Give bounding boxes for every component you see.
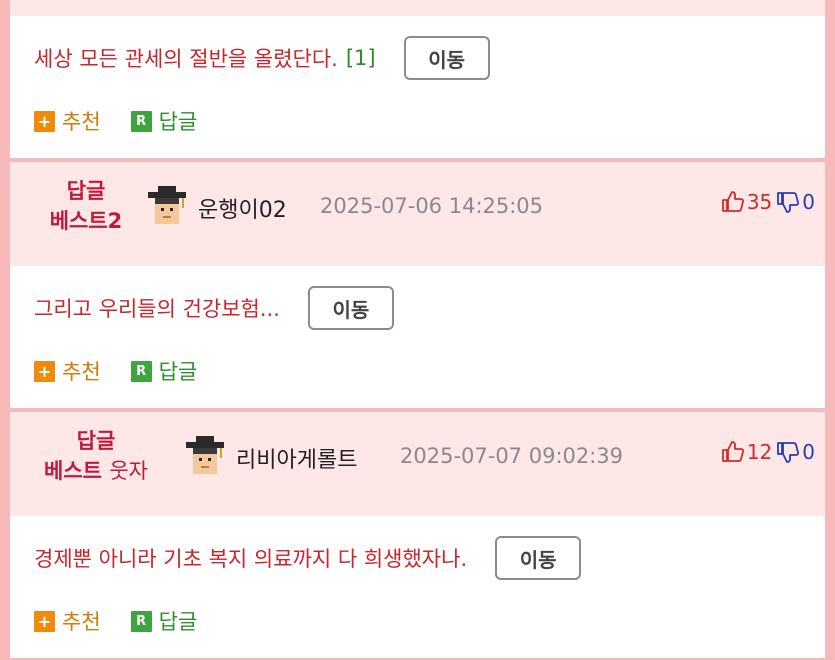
recommend-button[interactable]: + 추천 — [34, 106, 101, 136]
downvote-count: 0 — [802, 440, 815, 464]
comment-timestamp: 2025-07-07 09:02:39 — [400, 444, 624, 468]
comment-text: 그리고 우리들의 건강보험... — [34, 297, 280, 321]
move-button[interactable]: 이동 — [495, 536, 582, 580]
comment-actions: + 추천 R 답글 — [34, 606, 227, 636]
vote-counter: 12 0 — [721, 440, 815, 464]
reply-button[interactable]: R 답글 — [130, 356, 198, 386]
reply-button[interactable]: R 답글 — [130, 606, 198, 636]
comment-timestamp: 2025-07-06 14:25:05 — [320, 194, 544, 218]
downvote-count: 0 — [802, 190, 815, 214]
reply-r-icon: R — [130, 360, 152, 382]
plus-icon: + — [34, 110, 55, 132]
reply-label: 답글 — [158, 360, 198, 384]
comment-actions: + 추천 R 답글 — [34, 356, 227, 386]
reply-count[interactable]: [1] — [346, 46, 376, 70]
badge-line1: 답글 — [76, 429, 116, 453]
comment-body: 세상 모든 관세의 절반을 올렸단다. [1] 이동 + 추천 R 답글 — [10, 16, 825, 158]
thumbs-up-icon — [721, 441, 744, 462]
reply-r-icon: R — [130, 110, 152, 132]
badge-line2: 베스트2 — [49, 209, 123, 233]
downvote-button[interactable]: 0 — [776, 440, 815, 464]
badge-line1: 답글 — [66, 179, 106, 203]
recommend-label: 추천 — [62, 110, 101, 134]
best-reply-badge: 답글 베스트2 — [46, 176, 126, 236]
comment-list: 세상 모든 관세의 절반을 올렸단다. [1] 이동 + 추천 R 답글 답글 … — [10, 0, 825, 660]
comment-body: 경제뿐 아니라 기초 복지 의료까지 다 희생했자나. 이동 + 추천 R 답글 — [10, 516, 825, 658]
badge-line2: 베스트 웃자 — [44, 459, 148, 483]
recommend-label: 추천 — [62, 610, 101, 634]
thumbs-up-icon — [721, 191, 744, 212]
move-button[interactable]: 이동 — [403, 36, 490, 80]
comment-content-row: 경제뿐 아니라 기초 복지 의료까지 다 희생했자나. 이동 — [34, 536, 582, 580]
comment-author[interactable]: 운행이02 — [198, 192, 287, 224]
comment-header: 답글 베스트 웃자 리비아게롤트 2025-07-07 09:02:39 12 — [10, 412, 825, 516]
comment-actions: + 추천 R 답글 — [34, 106, 227, 136]
comment-header: 답글 베스트2 운행이02 2025-07-06 14:25:05 35 0 — [10, 162, 825, 266]
plus-icon: + — [34, 360, 55, 382]
best-reply-badge: 답글 베스트 웃자 — [26, 426, 166, 486]
upvote-count: 35 — [746, 190, 773, 214]
comment-body: 그리고 우리들의 건강보험... 이동 + 추천 R 답글 — [10, 266, 825, 408]
recommend-button[interactable]: + 추천 — [34, 606, 101, 636]
comment-content-row: 세상 모든 관세의 절반을 올렸단다. [1] 이동 — [34, 36, 490, 80]
vote-counter: 35 0 — [721, 190, 815, 214]
comment-author[interactable]: 리비아게롤트 — [236, 442, 357, 474]
reply-button[interactable]: R 답글 — [130, 106, 198, 136]
move-button[interactable]: 이동 — [307, 286, 394, 330]
reply-label: 답글 — [158, 110, 198, 134]
plus-icon: + — [34, 610, 55, 632]
previous-comment-header — [10, 0, 825, 16]
badge-category: 웃자 — [109, 459, 148, 483]
comment-text: 경제뿐 아니라 기초 복지 의료까지 다 희생했자나. — [34, 547, 468, 571]
upvote-button[interactable]: 12 — [721, 440, 772, 464]
thumbs-down-icon — [777, 192, 800, 213]
reply-label: 답글 — [158, 610, 198, 634]
graduate-avatar-icon — [148, 186, 186, 224]
thumbs-down-icon — [777, 442, 800, 463]
recommend-label: 추천 — [62, 360, 101, 384]
graduate-avatar-icon — [186, 436, 224, 474]
comment-content-row: 그리고 우리들의 건강보험... 이동 — [34, 286, 394, 330]
downvote-button[interactable]: 0 — [776, 190, 815, 214]
recommend-button[interactable]: + 추천 — [34, 356, 101, 386]
upvote-count: 12 — [746, 440, 773, 464]
comment-text: 세상 모든 관세의 절반을 올렸단다. — [34, 47, 338, 71]
reply-r-icon: R — [130, 610, 152, 632]
upvote-button[interactable]: 35 — [721, 190, 772, 214]
